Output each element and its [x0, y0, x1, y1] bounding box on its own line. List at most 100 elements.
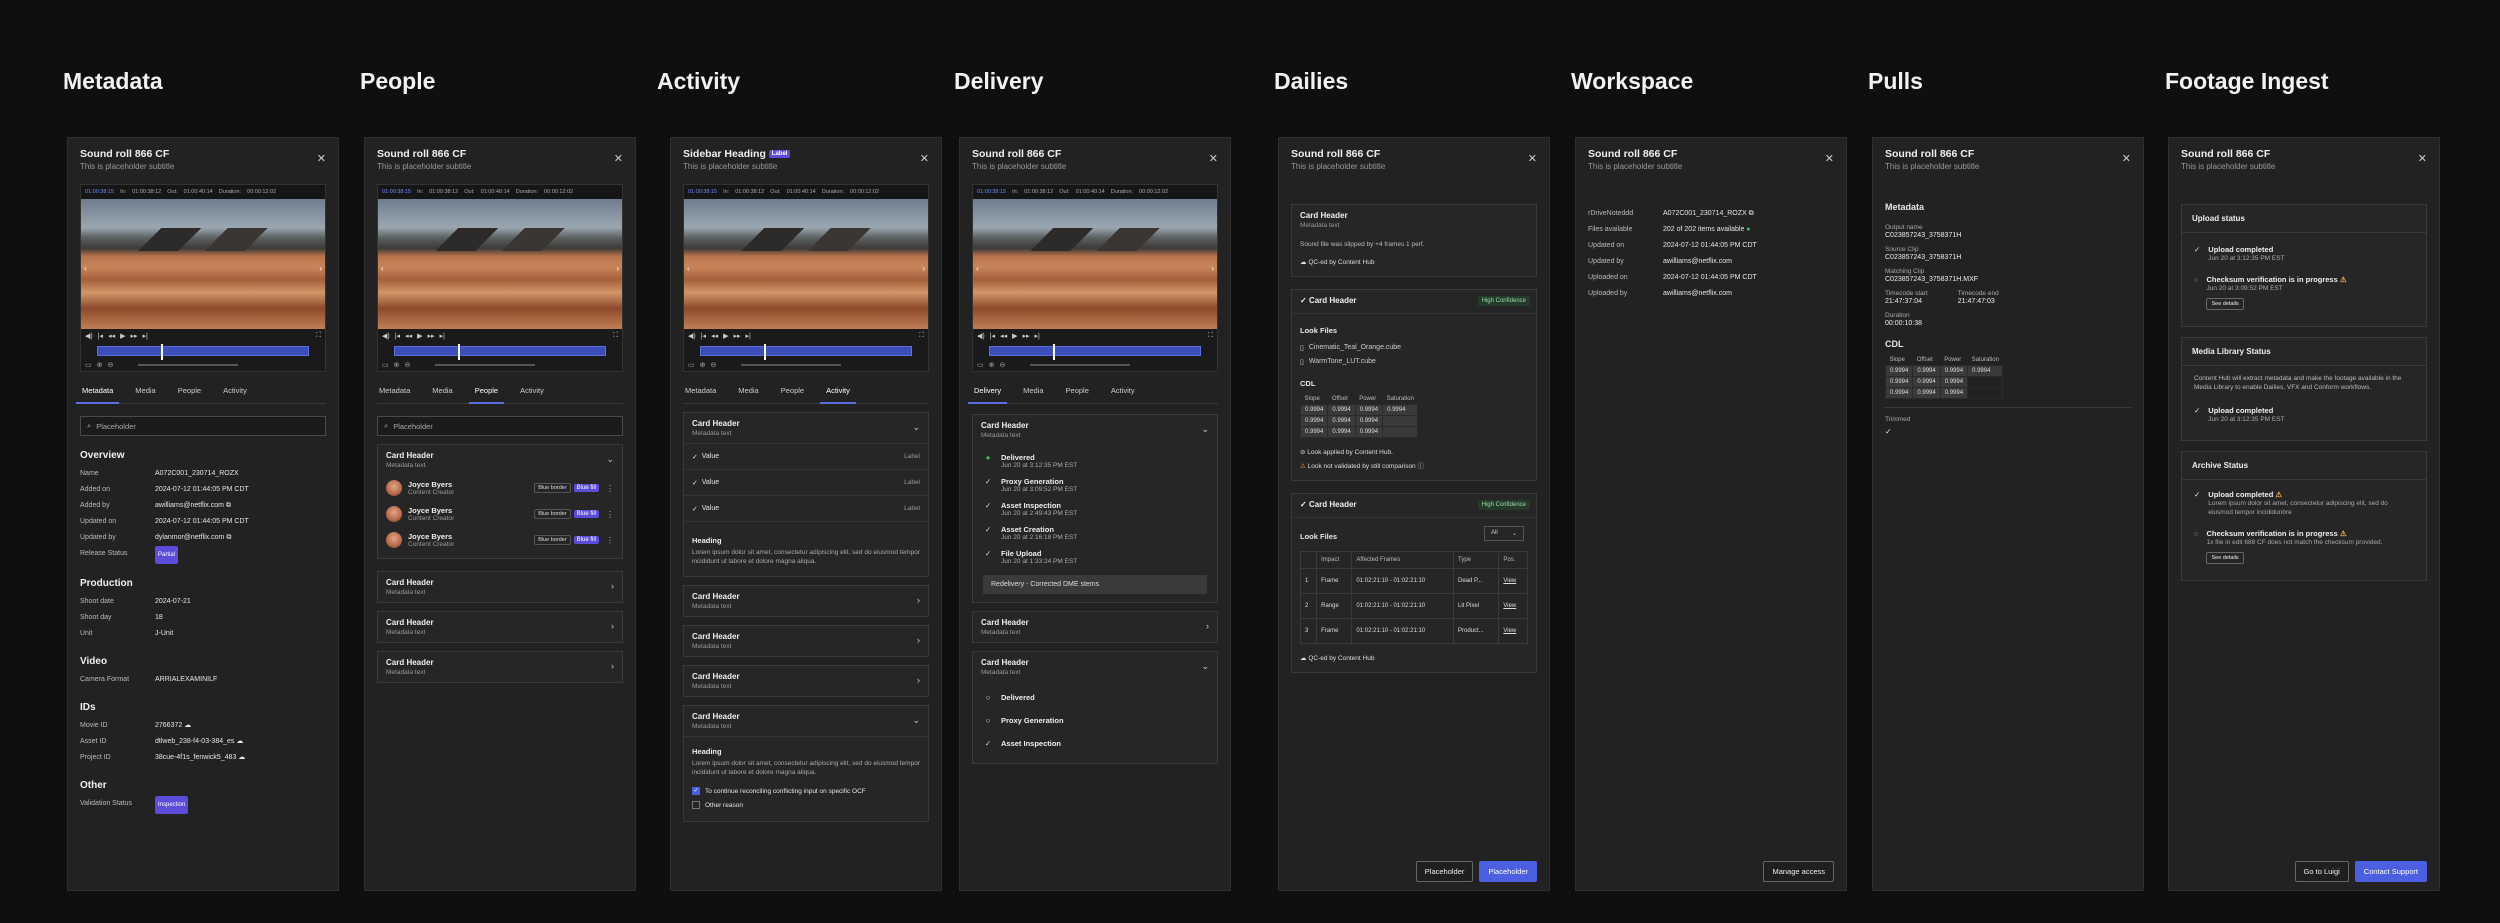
close-icon[interactable]: ✕: [317, 152, 326, 165]
view-link[interactable]: View: [1503, 628, 1516, 634]
chevron-right-icon[interactable]: ›: [611, 661, 614, 671]
step-forward-icon[interactable]: ▸|: [143, 332, 148, 340]
zoom-out-icon[interactable]: ⊖: [1000, 361, 1006, 369]
prev-frame-icon[interactable]: ‹: [84, 264, 87, 273]
more-icon[interactable]: ⋮: [606, 536, 614, 545]
rewind-icon[interactable]: ◂◂: [405, 332, 412, 340]
tab-metadata[interactable]: Metadata: [683, 382, 718, 399]
card-collapsed[interactable]: Card Header Metadata text ›: [377, 571, 623, 603]
close-icon[interactable]: ✕: [2122, 152, 2131, 165]
video-frame[interactable]: ‹ ›: [378, 199, 622, 329]
fullscreen-icon[interactable]: ⛶: [613, 332, 618, 340]
volume-icon[interactable]: ◀): [977, 332, 985, 340]
forward-icon[interactable]: ▸▸: [130, 332, 137, 340]
timecode-select[interactable]: 01:00:38:15: [85, 189, 114, 195]
frame-icon[interactable]: ▭: [85, 361, 92, 369]
card-header[interactable]: Card Header Metadata text ⌄: [973, 415, 1217, 445]
close-icon[interactable]: ✕: [1825, 152, 1834, 165]
card-collapsed[interactable]: Card Header Metadata text ›: [683, 585, 929, 617]
step-back-icon[interactable]: |◂: [701, 332, 706, 340]
card-header[interactable]: Card Header Metadata text ⌄: [378, 445, 622, 475]
step-back-icon[interactable]: |◂: [990, 332, 995, 340]
cloud-icon[interactable]: ☁: [236, 734, 243, 750]
manage-access-button[interactable]: Manage access: [1763, 861, 1834, 882]
forward-icon[interactable]: ▸▸: [427, 332, 434, 340]
card-collapsed[interactable]: Card Header Metadata text ›: [683, 665, 929, 697]
see-details-button[interactable]: See details: [2206, 298, 2244, 310]
close-icon[interactable]: ✕: [2418, 152, 2427, 165]
play-icon[interactable]: ▶: [723, 332, 728, 340]
more-icon[interactable]: ⋮: [606, 510, 614, 519]
card-collapsed[interactable]: Card Header Metadata text ›: [377, 611, 623, 643]
video-frame[interactable]: ‹ ›: [973, 199, 1217, 329]
search-input[interactable]: ⌕ Placeholder: [80, 416, 326, 436]
zoom-in-icon[interactable]: ⊕: [394, 361, 400, 369]
card-header[interactable]: Card Header Metadata text ⌄: [973, 652, 1217, 682]
volume-icon[interactable]: ◀): [688, 332, 696, 340]
copy-icon[interactable]: ⧉: [226, 498, 231, 514]
tab-metadata[interactable]: Metadata: [377, 382, 412, 399]
next-frame-icon[interactable]: ›: [1211, 264, 1214, 273]
volume-icon[interactable]: ◀): [382, 332, 390, 340]
card-header[interactable]: Card Header Metadata text ⌄: [684, 413, 928, 443]
card-collapsed[interactable]: Card Header Metadata text ›: [683, 625, 929, 657]
chevron-right-icon[interactable]: ›: [611, 581, 614, 591]
fullscreen-icon[interactable]: ⛶: [919, 332, 924, 340]
chevron-right-icon[interactable]: ›: [611, 621, 614, 631]
forward-icon[interactable]: ▸▸: [1022, 332, 1029, 340]
volume-icon[interactable]: ◀): [85, 332, 93, 340]
zoom-out-icon[interactable]: ⊖: [405, 361, 411, 369]
copy-icon[interactable]: ⧉: [1749, 206, 1754, 222]
tab-delivery[interactable]: Delivery: [967, 382, 1008, 404]
view-link[interactable]: View: [1503, 603, 1516, 609]
timeline[interactable]: [684, 343, 928, 360]
fullscreen-icon[interactable]: ⛶: [316, 332, 321, 340]
tab-media[interactable]: Media: [1021, 382, 1045, 399]
rewind-icon[interactable]: ◂◂: [1000, 332, 1007, 340]
frame-icon[interactable]: ▭: [688, 361, 695, 369]
timeline[interactable]: [378, 343, 622, 360]
chevron-right-icon[interactable]: ›: [917, 675, 920, 685]
zoom-in-icon[interactable]: ⊕: [989, 361, 995, 369]
play-icon[interactable]: ▶: [417, 332, 422, 340]
zoom-out-icon[interactable]: ⊖: [711, 361, 717, 369]
next-frame-icon[interactable]: ›: [319, 264, 322, 273]
tab-people[interactable]: People: [779, 382, 806, 399]
frame-icon[interactable]: ▭: [977, 361, 984, 369]
zoom-in-icon[interactable]: ⊕: [700, 361, 706, 369]
tab-activity[interactable]: Activity: [1109, 382, 1137, 399]
tab-activity[interactable]: Activity: [820, 382, 856, 404]
timecode-select[interactable]: 01:00:38:15: [688, 189, 717, 195]
zoom-out-icon[interactable]: ⊖: [108, 361, 114, 369]
prev-frame-icon[interactable]: ‹: [976, 264, 979, 273]
chevron-right-icon[interactable]: ›: [917, 595, 920, 605]
tab-media[interactable]: Media: [133, 382, 157, 399]
prev-frame-icon[interactable]: ‹: [687, 264, 690, 273]
card-collapsed[interactable]: Card Header Metadata text ›: [377, 651, 623, 683]
cloud-icon[interactable]: ☁: [184, 718, 191, 734]
play-icon[interactable]: ▶: [1012, 332, 1017, 340]
placeholder-primary-button[interactable]: Placeholder: [1479, 861, 1537, 882]
cloud-icon[interactable]: ☁: [238, 750, 245, 766]
checkbox-checked[interactable]: ✓: [692, 787, 700, 795]
placeholder-secondary-button[interactable]: Placeholder: [1415, 861, 1474, 882]
see-details-button[interactable]: See details: [2206, 552, 2244, 564]
search-input[interactable]: ⌕ Placeholder: [377, 416, 623, 436]
step-forward-icon[interactable]: ▸|: [746, 332, 751, 340]
tab-metadata[interactable]: Metadata: [75, 382, 120, 404]
tab-people[interactable]: People: [1064, 382, 1091, 399]
file-name[interactable]: WarmTone_LUT.cube: [1309, 358, 1376, 366]
frame-icon[interactable]: ▭: [382, 361, 389, 369]
tab-people[interactable]: People: [468, 382, 505, 404]
go-to-luigi-button[interactable]: Go to Luigi: [2294, 861, 2349, 882]
next-frame-icon[interactable]: ›: [616, 264, 619, 273]
step-forward-icon[interactable]: ▸|: [1035, 332, 1040, 340]
tab-people[interactable]: People: [176, 382, 203, 399]
zoom-in-icon[interactable]: ⊕: [97, 361, 103, 369]
view-link[interactable]: View: [1503, 578, 1516, 584]
timecode-select[interactable]: 01:00:38:15: [382, 189, 411, 195]
close-icon[interactable]: ✕: [1209, 152, 1218, 165]
timeline[interactable]: [81, 343, 325, 360]
contact-support-button[interactable]: Contact Support: [2354, 861, 2427, 882]
play-icon[interactable]: ▶: [120, 332, 125, 340]
